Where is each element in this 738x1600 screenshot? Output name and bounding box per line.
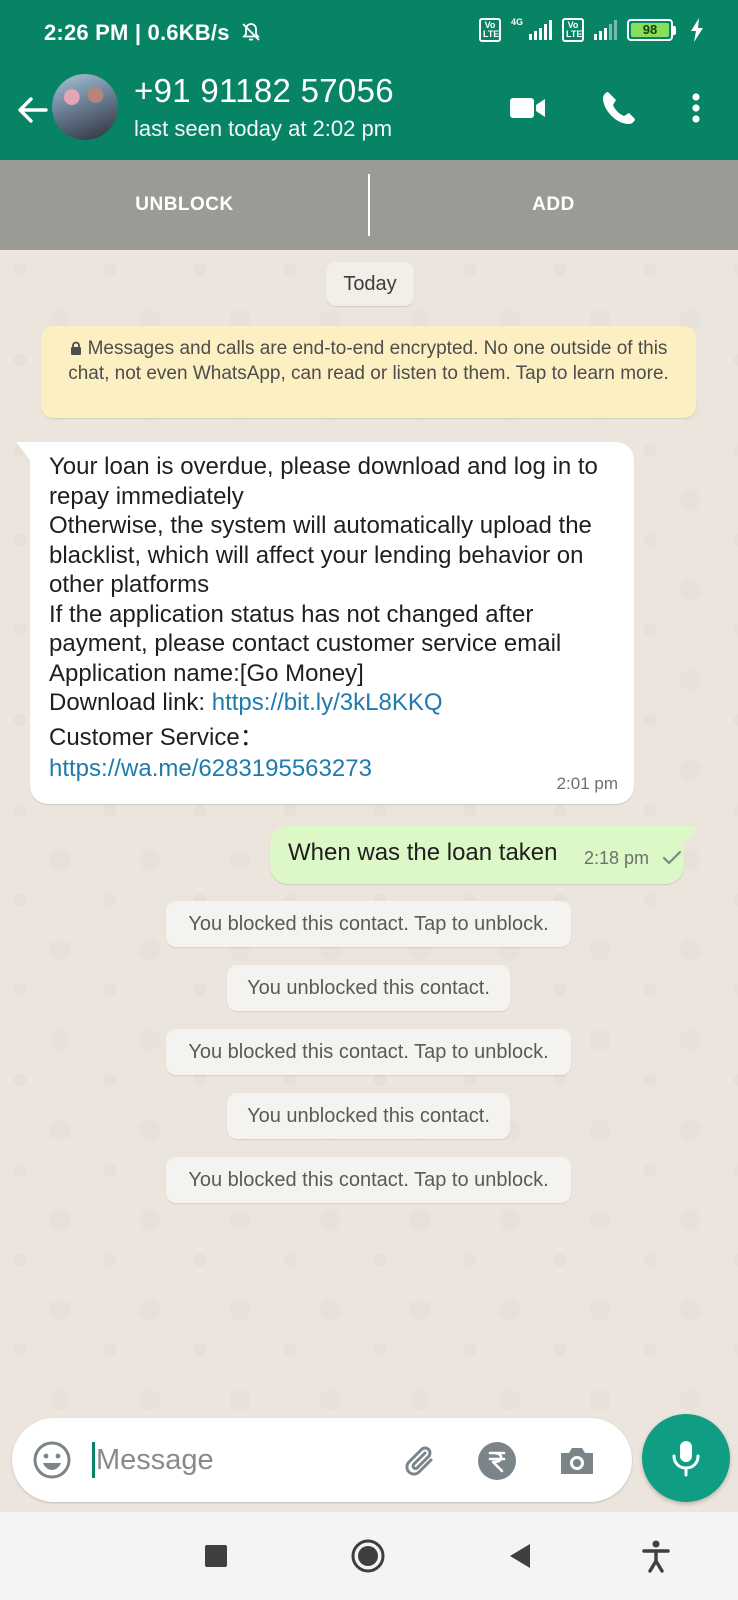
message-input[interactable] [92, 1434, 392, 1486]
system-message[interactable]: You blocked this contact. Tap to unblock… [166, 1029, 571, 1075]
network-type: 4G [510, 17, 523, 27]
last-seen: last seen today at 2:02 pm [134, 116, 393, 141]
blocked-action-bar: UNBLOCK ADD [0, 160, 738, 250]
volte-badge-1: Vo LTE [478, 18, 501, 42]
message-body: Your loan is overdue, please download an… [49, 453, 598, 657]
volte-badge-2: Vo LTE [562, 18, 584, 42]
divider [368, 174, 370, 236]
attach-icon[interactable] [400, 1440, 442, 1482]
message-composer [12, 1418, 632, 1502]
system-message: You unblocked this contact. [227, 1093, 510, 1139]
mic-icon [672, 1441, 700, 1477]
system-nav-bar [0, 1512, 738, 1600]
add-contact-button[interactable]: ADD [369, 160, 738, 250]
encryption-notice-text: Messages and calls are end-to-end encryp… [68, 338, 669, 384]
outgoing-text: When was the loan taken [288, 839, 558, 866]
status-time-text: 2:26 PM | 0.6KB/s [44, 20, 230, 45]
lock-icon [70, 341, 81, 355]
status-icons: Vo LTE 4G Vo LTE 98 [478, 17, 704, 42]
outgoing-message[interactable]: When was the loan taken 2:18 pm [270, 826, 698, 884]
accessibility-icon[interactable] [634, 1534, 678, 1578]
camera-icon[interactable] [556, 1440, 598, 1482]
date-chip: Today [326, 262, 414, 306]
sent-tick-icon [662, 850, 682, 865]
unblock-button[interactable]: UNBLOCK [0, 160, 369, 250]
rupee-payment-icon[interactable] [476, 1440, 518, 1482]
app-name-line: Application name:[Go Money] [49, 659, 364, 687]
back-icon[interactable] [498, 1534, 542, 1578]
avatar[interactable] [52, 74, 118, 140]
battery-icon: 98 [627, 19, 676, 41]
home-icon[interactable] [346, 1534, 390, 1578]
customer-service-line: Customer Service： https://wa.me/62831955… [49, 722, 616, 784]
status-time: 2:26 PM | 0.6KB/s [44, 20, 262, 46]
system-message[interactable]: You blocked this contact. Tap to unblock… [166, 901, 571, 947]
outgoing-time: 2:18 pm [584, 848, 650, 868]
system-message: You unblocked this contact. [227, 965, 510, 1011]
more-options-icon[interactable] [676, 86, 720, 130]
back-arrow-icon[interactable] [12, 90, 52, 130]
signal-1-icon [529, 20, 552, 40]
charging-icon [691, 18, 703, 42]
emoji-icon[interactable] [30, 1438, 74, 1482]
chat-area[interactable]: Today Messages and calls are end-to-end … [0, 250, 738, 1410]
system-message[interactable]: You blocked this contact. Tap to unblock… [166, 1157, 571, 1203]
encryption-notice[interactable]: Messages and calls are end-to-end encryp… [41, 326, 696, 418]
bubble-tail [684, 826, 698, 844]
mic-button[interactable] [642, 1414, 730, 1502]
contact-name[interactable]: +91 91182 57056 [134, 72, 394, 110]
customer-service-label: Customer Service： [49, 723, 264, 751]
mute-bell-icon [242, 23, 260, 41]
signal-2-icon [594, 20, 617, 40]
battery-level: 98 [631, 23, 669, 37]
video-call-icon[interactable] [506, 86, 550, 130]
status-bar: 2:26 PM | 0.6KB/s Vo LTE 4G Vo LTE 98 [0, 0, 738, 68]
chat-header: +91 91182 57056 last seen today at 2:02 … [0, 68, 738, 160]
download-link[interactable]: https://bit.ly/3kL8KKQ [212, 689, 443, 716]
download-line: Download link: https://bit.ly/3kL8KKQ [49, 688, 616, 718]
recents-icon[interactable] [194, 1534, 238, 1578]
download-label: Download link: [49, 689, 212, 716]
message-time: 2:01 pm [556, 774, 618, 793]
voice-call-icon[interactable] [596, 86, 640, 130]
bubble-tail [16, 442, 30, 460]
customer-service-link[interactable]: https://wa.me/6283195563273 [49, 753, 616, 784]
incoming-message[interactable]: Your loan is overdue, please download an… [16, 442, 634, 804]
